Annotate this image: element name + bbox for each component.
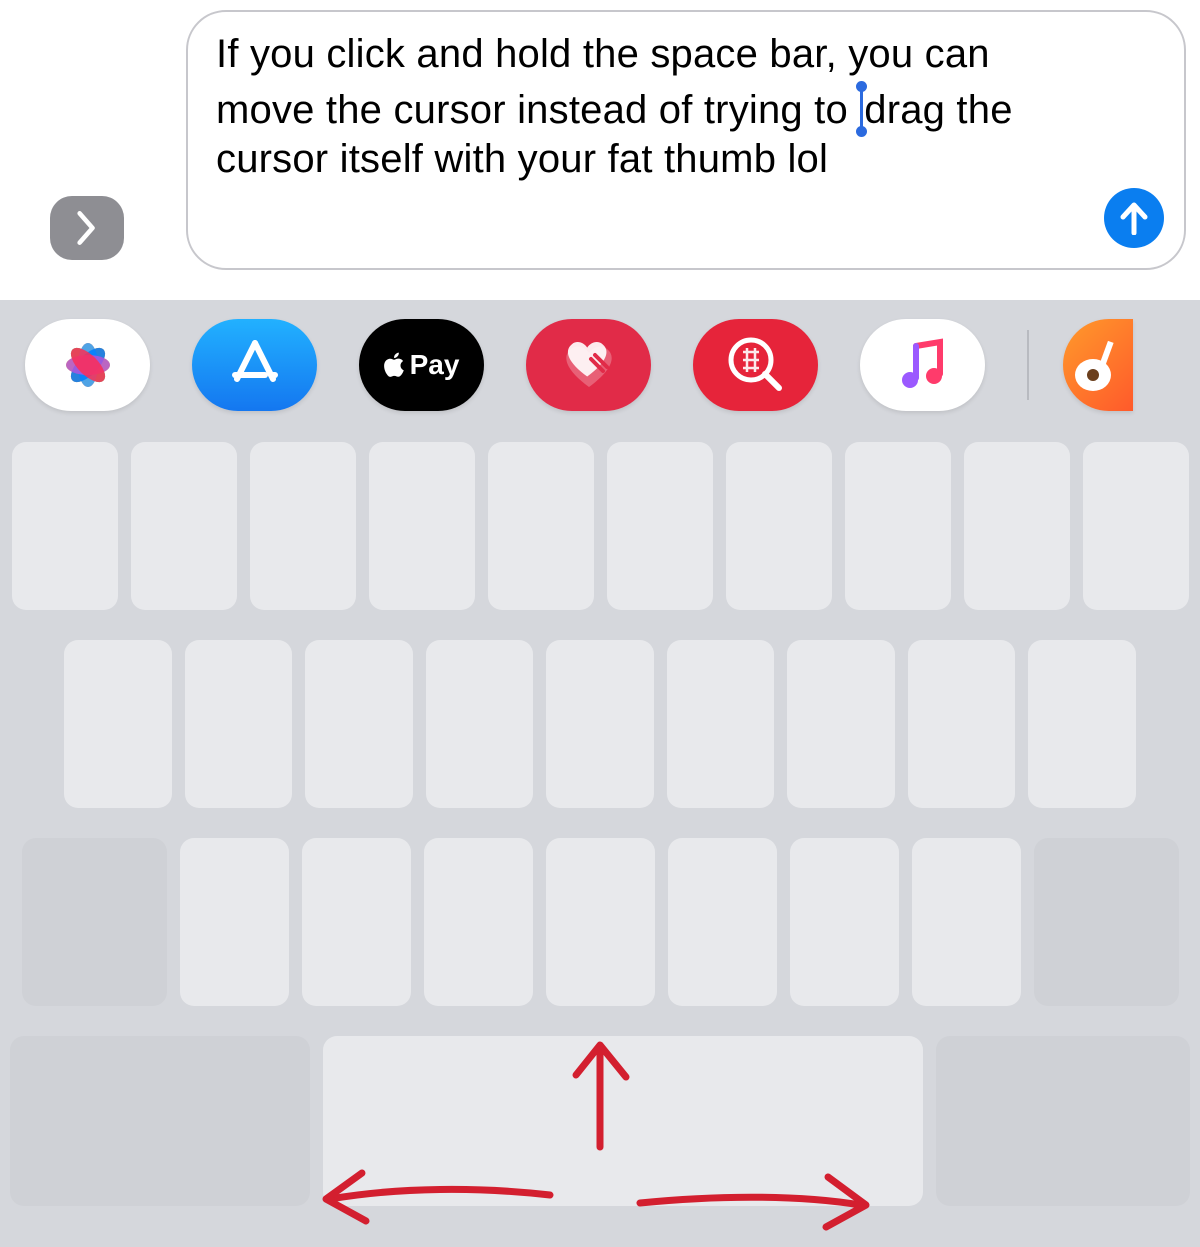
blank-key[interactable] — [1028, 640, 1136, 808]
apple-logo-icon — [384, 352, 406, 378]
blank-key[interactable] — [726, 442, 832, 610]
key-row-3 — [0, 838, 1200, 1006]
app-fitness[interactable] — [526, 319, 651, 411]
blank-key[interactable] — [790, 838, 899, 1006]
blank-key[interactable] — [908, 640, 1016, 808]
key-row-1 — [0, 442, 1200, 610]
message-text: If you click and hold the space bar, you… — [216, 30, 1084, 183]
blank-key[interactable] — [667, 640, 775, 808]
key-row-4 — [0, 1036, 1200, 1206]
appstore-icon — [225, 335, 285, 395]
music-icon — [898, 338, 948, 392]
blank-key[interactable] — [546, 838, 655, 1006]
app-music[interactable] — [860, 319, 985, 411]
guitar-icon — [1073, 335, 1123, 395]
blank-key[interactable] — [305, 640, 413, 808]
backspace-key[interactable] — [1034, 838, 1179, 1006]
blank-key[interactable] — [131, 442, 237, 610]
blank-key[interactable] — [185, 640, 293, 808]
send-button[interactable] — [1104, 188, 1164, 248]
arrow-up-icon — [1119, 201, 1149, 235]
key-row-2 — [0, 640, 1200, 808]
photos-icon — [60, 337, 116, 393]
message-input[interactable]: If you click and hold the space bar, you… — [186, 10, 1186, 270]
blank-key[interactable] — [787, 640, 895, 808]
blank-key[interactable] — [546, 640, 654, 808]
strip-divider — [1027, 330, 1029, 400]
chevron-right-icon — [76, 211, 98, 245]
compose-area: If you click and hold the space bar, you… — [0, 0, 1200, 300]
blank-key[interactable] — [607, 442, 713, 610]
blank-key[interactable] — [488, 442, 594, 610]
app-appstore[interactable] — [192, 319, 317, 411]
app-applepay[interactable]: Pay — [359, 319, 484, 411]
blank-key[interactable] — [845, 442, 951, 610]
fitness-icon — [557, 337, 621, 393]
keyboard-panel: Pay — [0, 300, 1200, 1247]
blank-key[interactable] — [64, 640, 172, 808]
blank-key[interactable] — [424, 838, 533, 1006]
space-key[interactable] — [323, 1036, 923, 1206]
keyboard-keys[interactable] — [0, 442, 1200, 1236]
app-photos[interactable] — [25, 319, 150, 411]
blank-key[interactable] — [912, 838, 1021, 1006]
shift-key[interactable] — [22, 838, 167, 1006]
applepay-label: Pay — [410, 349, 460, 381]
app-garageband[interactable] — [1063, 319, 1133, 411]
numbers-key[interactable] — [10, 1036, 310, 1206]
blank-key[interactable] — [369, 442, 475, 610]
blank-key[interactable] — [426, 640, 534, 808]
return-key[interactable] — [936, 1036, 1190, 1206]
blank-key[interactable] — [964, 442, 1070, 610]
blank-key[interactable] — [668, 838, 777, 1006]
app-hashtag[interactable] — [693, 319, 818, 411]
blank-key[interactable] — [180, 838, 289, 1006]
text-caret — [860, 87, 863, 131]
expand-button[interactable] — [50, 196, 124, 260]
blank-key[interactable] — [12, 442, 118, 610]
blank-key[interactable] — [250, 442, 356, 610]
app-strip[interactable]: Pay — [0, 300, 1200, 430]
search-hashtag-icon — [721, 330, 791, 400]
blank-key[interactable] — [302, 838, 411, 1006]
blank-key[interactable] — [1083, 442, 1189, 610]
